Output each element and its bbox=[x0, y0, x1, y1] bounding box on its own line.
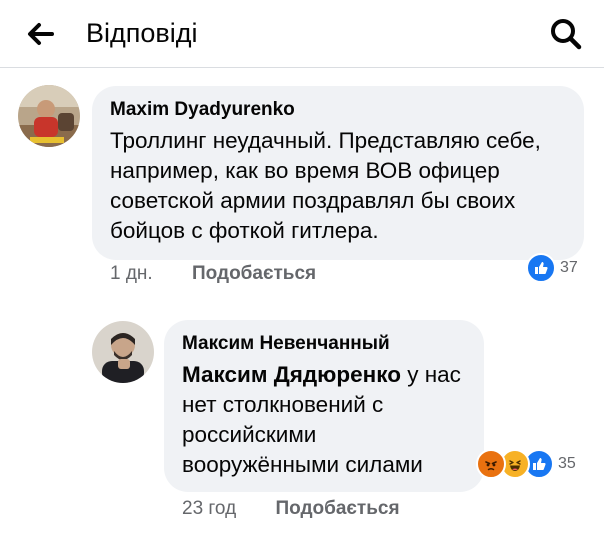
comment-text: Троллинг неудачный. Представляю себе, на… bbox=[110, 128, 541, 243]
reaction-count: 37 bbox=[560, 259, 578, 276]
reactions-summary[interactable]: 37 bbox=[526, 253, 578, 283]
comment-bubble: Максим Невенчанный Максим Дядюренко у на… bbox=[164, 320, 484, 492]
comment-time[interactable]: 23 год bbox=[182, 498, 236, 519]
angry-reaction-icon bbox=[476, 449, 506, 479]
comment-meta: 1 дн. Подобається bbox=[110, 262, 316, 286]
comment-text: Максим Дядюренко у нас нет столкновений … bbox=[182, 360, 466, 480]
avatar[interactable] bbox=[18, 85, 80, 147]
top-bar: Відповіді bbox=[0, 0, 604, 68]
back-button[interactable] bbox=[22, 16, 58, 52]
search-button[interactable] bbox=[546, 14, 586, 54]
comment-author[interactable]: Максим Невенчанный bbox=[182, 332, 466, 356]
reaction-count: 35 bbox=[558, 455, 576, 472]
page-title: Відповіді bbox=[86, 18, 198, 48]
mention-link[interactable]: Максим Дядюренко bbox=[182, 362, 401, 387]
search-icon bbox=[551, 19, 582, 50]
reactions-summary[interactable]: 35 bbox=[476, 449, 576, 479]
like-button[interactable]: Подобається bbox=[192, 263, 316, 284]
like-reaction-icon bbox=[526, 253, 556, 283]
avatar[interactable] bbox=[92, 321, 154, 383]
comment-bubble: Maxim Dyadyurenko Троллинг неудачный. Пр… bbox=[92, 86, 584, 260]
comment-time[interactable]: 1 дн. bbox=[110, 263, 153, 284]
like-button[interactable]: Подобається bbox=[275, 498, 399, 519]
comment-meta: 23 год Подобається bbox=[182, 497, 400, 521]
arrow-left-icon bbox=[28, 23, 54, 45]
comment-author[interactable]: Maxim Dyadyurenko bbox=[110, 98, 566, 122]
